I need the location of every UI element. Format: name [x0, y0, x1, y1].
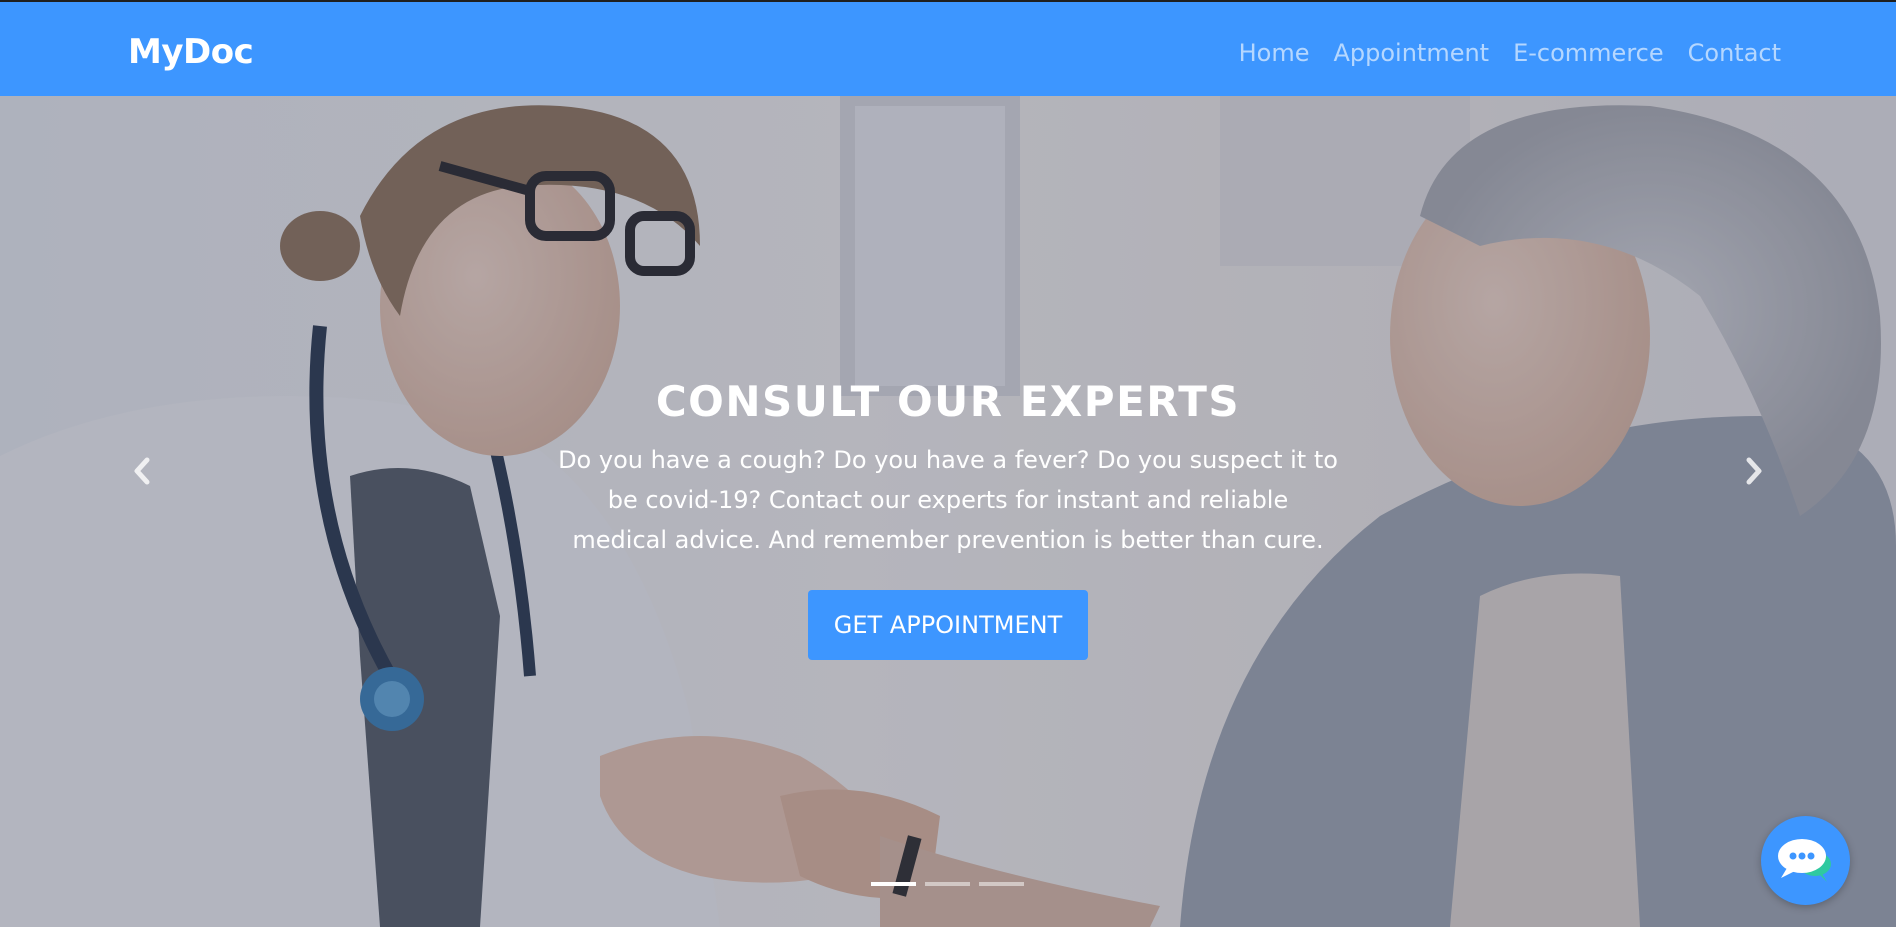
nav-link-appointment[interactable]: Appointment: [1333, 37, 1489, 69]
nav-link-ecommerce[interactable]: E-commerce: [1513, 37, 1664, 69]
hero-title: CONSULT OUR EXPERTS: [655, 377, 1241, 426]
carousel-next-button[interactable]: [1729, 446, 1779, 496]
chat-bubble-icon: [1778, 839, 1831, 882]
nav-menu: Home Appointment E-commerce Contact: [1239, 37, 1781, 69]
carousel-indicators: [871, 882, 1024, 886]
carousel-indicator-2[interactable]: [925, 882, 970, 886]
hero-carousel: CONSULT OUR EXPERTS Do you have a cough?…: [0, 96, 1896, 927]
carousel-prev-button[interactable]: [117, 446, 167, 496]
chat-button[interactable]: [1761, 816, 1850, 905]
chevron-right-icon: [1746, 457, 1762, 485]
carousel-caption: CONSULT OUR EXPERTS Do you have a cough?…: [548, 376, 1348, 660]
carousel-indicator-1[interactable]: [871, 882, 916, 886]
chevron-left-icon: [134, 457, 150, 485]
brand-logo[interactable]: MyDoc: [128, 32, 254, 72]
navbar: MyDoc Home Appointment E-commerce Contac…: [0, 0, 1896, 96]
get-appointment-button[interactable]: GET APPOINTMENT: [808, 590, 1088, 660]
carousel-indicator-3[interactable]: [979, 882, 1024, 886]
hero-description: Do you have a cough? Do you have a fever…: [558, 446, 1338, 554]
nav-link-home[interactable]: Home: [1239, 37, 1310, 69]
nav-link-contact[interactable]: Contact: [1688, 37, 1781, 69]
